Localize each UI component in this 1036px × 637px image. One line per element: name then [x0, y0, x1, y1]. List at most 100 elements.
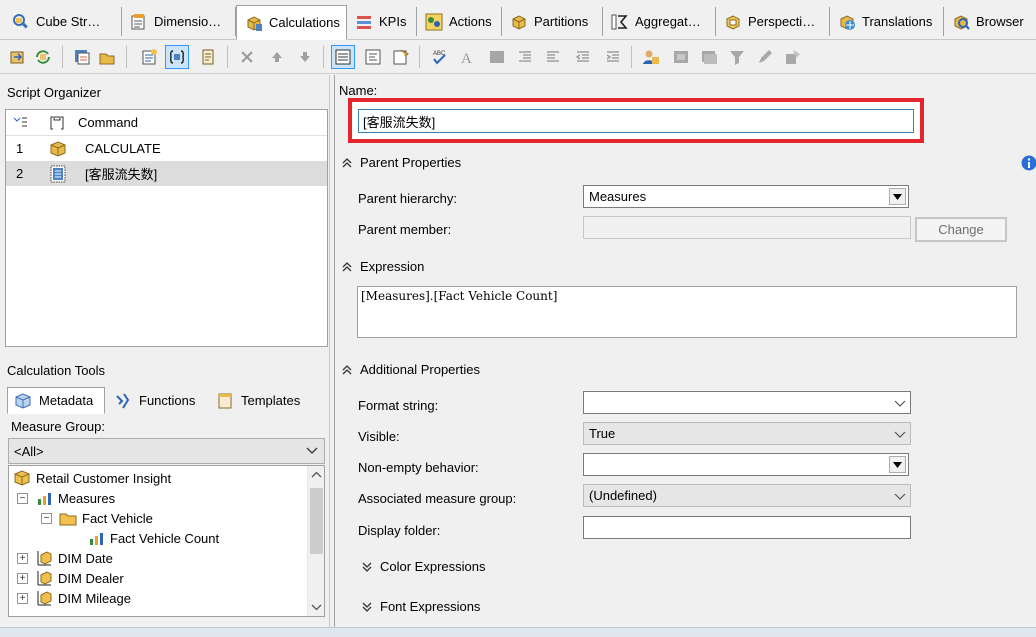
tab-functions[interactable]: Functions — [107, 387, 207, 414]
expand-icon[interactable]: + — [17, 592, 28, 604]
move-up-button[interactable] — [265, 45, 289, 69]
indent-button[interactable] — [513, 45, 537, 69]
tab-label: Aggregat… — [635, 14, 701, 29]
translations-icon — [840, 14, 855, 30]
tab-partitions[interactable]: Partitions — [502, 7, 603, 36]
measure-group-value: <All> — [14, 443, 44, 459]
collapse-section-icon — [342, 364, 352, 374]
font-button[interactable]: A — [455, 45, 479, 69]
move-down-button[interactable] — [293, 45, 317, 69]
toolbar-separator — [126, 46, 127, 68]
tree-scrollbar[interactable] — [307, 466, 324, 616]
measures-icon — [38, 493, 51, 505]
tab-cube-structure[interactable]: Cube Str… — [4, 7, 122, 36]
tree-node-dim-mileage[interactable]: + DIM Mileage — [17, 588, 131, 608]
script-row[interactable]: 1 CALCULATE — [6, 136, 327, 161]
metadata-tree: Retail Customer Insight − Measures − Fac… — [8, 465, 325, 617]
expression-editor[interactable]: [Measures].[Fact Vehicle Count] — [357, 286, 1017, 338]
tab-label: Perspecti… — [748, 14, 816, 29]
dropdown-button[interactable] — [889, 188, 906, 205]
user-button[interactable] — [639, 45, 663, 69]
non-empty-behavior-select[interactable] — [583, 453, 909, 476]
tree-node-dim-dealer[interactable]: + DIM Dealer — [17, 568, 124, 588]
tab-browser[interactable]: Browser — [944, 7, 1036, 36]
spell-check-button[interactable]: ABC — [427, 45, 451, 69]
tree-node-cube[interactable]: Retail Customer Insight — [13, 468, 171, 488]
tree-node-label: DIM Date — [58, 550, 113, 566]
form-view-button[interactable] — [331, 45, 355, 69]
measure-group-select[interactable]: <All> — [8, 438, 325, 464]
name-label: Name: — [339, 83, 378, 98]
parent-properties-section[interactable]: Parent Properties — [341, 155, 461, 170]
tab-calculations[interactable]: Calculations — [236, 5, 347, 40]
tree-node-fact-vehicle[interactable]: − Fact Vehicle — [41, 508, 153, 528]
new-script-command-button[interactable] — [196, 45, 220, 69]
left-panel: Script Organizer Command 1 CALCULATE 2 [… — [0, 75, 329, 637]
tab-kpis[interactable]: KPIs — [347, 7, 417, 36]
color-button[interactable] — [485, 45, 509, 69]
font-expressions-section[interactable]: Font Expressions — [361, 599, 480, 614]
decrease-indent-button[interactable] — [571, 45, 595, 69]
scroll-up-icon[interactable] — [311, 470, 322, 481]
chevron-down-icon — [894, 400, 906, 407]
tab-metadata[interactable]: Metadata — [7, 387, 105, 414]
check-syntax-button[interactable] — [389, 45, 413, 69]
tree-node-dim-date[interactable]: + DIM Date — [17, 548, 113, 568]
scrollbar-thumb[interactable] — [310, 488, 323, 554]
collapse-icon[interactable]: − — [17, 492, 28, 504]
scroll-down-icon[interactable] — [311, 601, 322, 612]
change-button[interactable]: Change — [915, 217, 1007, 242]
format-string-select[interactable] — [583, 391, 911, 414]
tab-templates[interactable]: Templates — [209, 387, 309, 414]
toolbar-separator — [227, 46, 228, 68]
parent-member-label: Parent member: — [358, 222, 452, 237]
expand-icon[interactable]: + — [17, 572, 28, 584]
reconnect-button[interactable] — [6, 45, 30, 69]
edit-button[interactable] — [753, 45, 777, 69]
template-button[interactable] — [781, 45, 805, 69]
spell-check-icon: ABC — [433, 51, 446, 65]
deploy-button[interactable] — [70, 45, 94, 69]
info-icon[interactable] — [1021, 155, 1036, 171]
filter-button[interactable] — [725, 45, 749, 69]
associated-measure-group-select[interactable]: (Undefined) — [583, 484, 911, 507]
toolbar-separator — [631, 46, 632, 68]
tree-node-measures[interactable]: − Measures — [17, 488, 115, 508]
script-row-selected[interactable]: 2 [客服流失数] — [6, 161, 327, 186]
chevron-down-icon — [306, 447, 318, 454]
tab-label: Metadata — [39, 393, 94, 408]
name-input[interactable]: [客服流失数] — [358, 109, 914, 133]
tree-node-fact-vehicle-count[interactable]: Fact Vehicle Count — [87, 528, 219, 548]
increase-indent-button[interactable] — [601, 45, 625, 69]
new-calculated-member-button[interactable] — [137, 45, 161, 69]
delete-button[interactable] — [235, 45, 259, 69]
expression-section[interactable]: Expression — [341, 259, 424, 274]
tab-label: Translations — [862, 14, 933, 29]
organizer-header: Command — [6, 110, 327, 136]
display-folder-input[interactable] — [583, 516, 911, 539]
properties-button[interactable] — [669, 45, 693, 69]
refresh-button[interactable] — [31, 45, 55, 69]
collapse-icon[interactable]: − — [41, 512, 52, 524]
parent-hierarchy-select[interactable]: Measures — [583, 185, 909, 208]
tab-perspectives[interactable]: Perspecti… — [716, 7, 830, 36]
tab-actions[interactable]: Actions — [417, 7, 502, 36]
outdent-button[interactable] — [541, 45, 565, 69]
color-expressions-section[interactable]: Color Expressions — [361, 559, 486, 574]
visible-select[interactable]: True — [583, 422, 911, 445]
script-organizer-title: Script Organizer — [7, 85, 101, 100]
script-view-button[interactable] — [361, 45, 385, 69]
new-named-set-button[interactable] — [165, 45, 189, 69]
window-button[interactable] — [697, 45, 721, 69]
row-number: 2 — [16, 166, 24, 181]
named-set-icon — [170, 50, 184, 64]
process-button[interactable] — [95, 45, 119, 69]
additional-properties-section[interactable]: Additional Properties — [341, 362, 480, 377]
form-view-icon — [335, 49, 351, 65]
tab-translations[interactable]: Translations — [830, 7, 944, 36]
tab-dimension-usage[interactable]: Dimensio… — [122, 7, 236, 36]
tab-aggregations[interactable]: Aggregat… — [603, 7, 716, 36]
expand-icon[interactable]: + — [17, 552, 28, 564]
dropdown-button[interactable] — [889, 456, 906, 473]
calculate-icon — [50, 140, 66, 157]
